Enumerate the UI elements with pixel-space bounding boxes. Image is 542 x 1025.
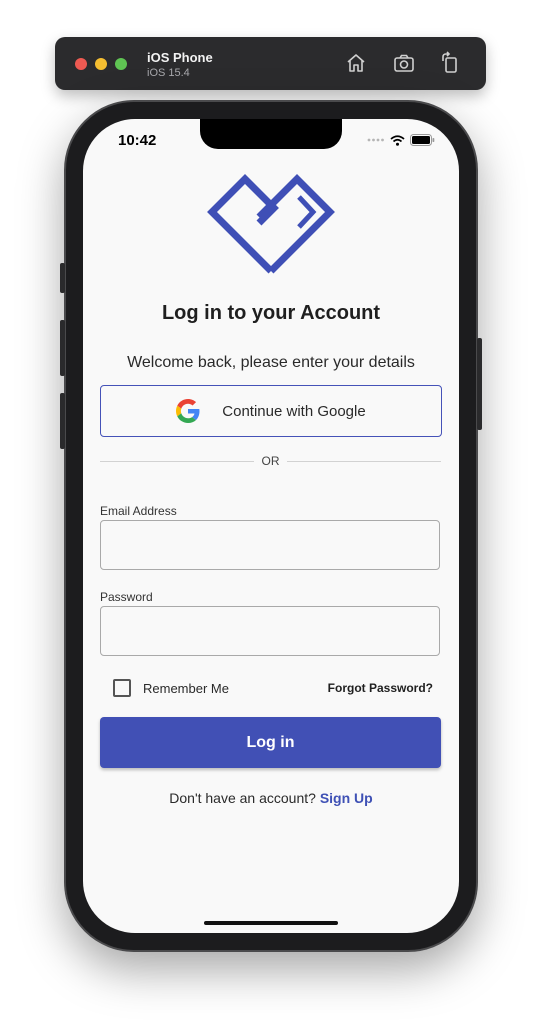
heart-logo-icon <box>205 169 337 279</box>
status-time: 10:42 <box>118 132 157 149</box>
forgot-password-link[interactable]: Forgot Password? <box>328 681 433 695</box>
app-screen: 10:42 Log in to your Account Welcome bac… <box>83 119 459 933</box>
signup-row: Don't have an account? Sign Up <box>83 790 459 806</box>
screenshot-icon[interactable] <box>392 51 416 75</box>
minimize-window-button[interactable] <box>95 58 107 70</box>
or-divider: OR <box>100 454 441 468</box>
remember-me-checkbox[interactable] <box>113 679 131 697</box>
status-icons <box>367 134 435 146</box>
os-version: iOS 15.4 <box>147 67 190 79</box>
page-title: Log in to your Account <box>161 302 381 324</box>
power-button <box>477 338 482 430</box>
google-button-label: Continue with Google <box>222 402 366 420</box>
email-input[interactable] <box>101 521 439 569</box>
google-icon <box>176 399 200 423</box>
close-window-button[interactable] <box>75 58 87 70</box>
mute-switch <box>60 263 65 293</box>
email-field[interactable] <box>100 520 440 570</box>
password-input[interactable] <box>101 607 439 655</box>
email-label: Email Address <box>100 504 177 518</box>
welcome-subtitle: Welcome back, please enter your details <box>127 354 415 371</box>
password-label: Password <box>100 590 153 604</box>
signup-prompt: Don't have an account? <box>169 790 316 806</box>
device-name: iOS Phone <box>147 50 213 65</box>
zoom-window-button[interactable] <box>115 58 127 70</box>
signup-link[interactable]: Sign Up <box>320 790 373 806</box>
rotate-icon[interactable] <box>438 51 462 75</box>
home-indicator[interactable] <box>204 921 338 925</box>
remember-me-row[interactable]: Remember Me <box>113 679 229 697</box>
notch <box>200 119 342 149</box>
remember-me-label: Remember Me <box>143 680 229 696</box>
login-button[interactable]: Log in <box>100 717 441 768</box>
wifi-icon <box>390 134 405 146</box>
continue-with-google-button[interactable]: Continue with Google <box>100 385 442 437</box>
divider-line-right <box>287 461 441 462</box>
battery-icon <box>410 134 435 146</box>
cellular-icon <box>367 138 384 142</box>
volume-up-button <box>60 320 65 376</box>
simulator-toolbar: iOS Phone iOS 15.4 <box>55 37 486 90</box>
password-field[interactable] <box>100 606 440 656</box>
volume-down-button <box>60 393 65 449</box>
home-icon[interactable] <box>344 51 368 75</box>
